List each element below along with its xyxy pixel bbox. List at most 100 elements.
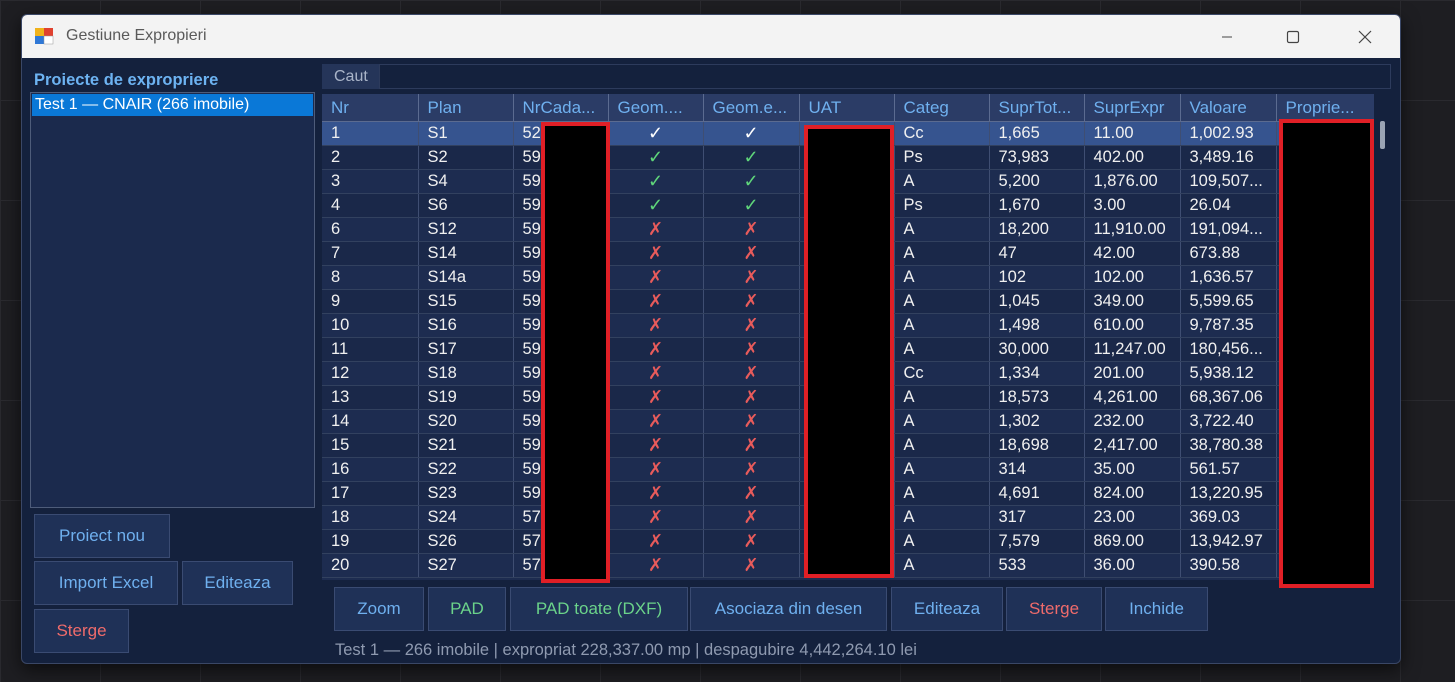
cell-g1: ✗ [608, 529, 704, 554]
col-plan[interactable]: Plan [418, 94, 514, 122]
col-suprtot[interactable]: SuprTot... [989, 94, 1085, 122]
table-scrollbar[interactable] [1374, 115, 1391, 580]
search-input[interactable] [379, 64, 1391, 89]
cell-expr: 2,417.00 [1084, 433, 1181, 458]
cell-expr: 23.00 [1084, 505, 1181, 530]
cell-tot: 1,302 [989, 409, 1085, 434]
cell-plan: S14 [418, 241, 514, 266]
cell-val: 109,507... [1180, 169, 1277, 194]
cell-g2: ✗ [703, 241, 800, 266]
cell-tot: 18,698 [989, 433, 1085, 458]
col-valoare[interactable]: Valoare [1180, 94, 1277, 122]
cell-g1: ✗ [608, 265, 704, 290]
cell-g2: ✗ [703, 529, 800, 554]
col-nrcadastral[interactable]: NrCada... [513, 94, 609, 122]
cell-categ: Ps [894, 193, 990, 218]
window-title: Gestiune Expropieri [66, 27, 207, 44]
pad-button[interactable]: PAD [428, 587, 506, 631]
cell-expr: 11,910.00 [1084, 217, 1181, 242]
cell-nr: 19 [322, 529, 419, 554]
cell-categ: Cc [894, 121, 990, 146]
scrollbar-thumb[interactable] [1380, 121, 1385, 149]
cell-expr: 3.00 [1084, 193, 1181, 218]
cell-tot: 7,579 [989, 529, 1085, 554]
cell-expr: 11,247.00 [1084, 337, 1181, 362]
cell-val: 5,938.12 [1180, 361, 1277, 386]
col-suprexpr[interactable]: SuprExpr [1084, 94, 1181, 122]
cell-g1: ✓ [608, 145, 704, 170]
cell-plan: S2 [418, 145, 514, 170]
cell-g1: ✓ [608, 169, 704, 194]
new-project-button[interactable]: Proiect nou [34, 514, 170, 558]
cell-categ: A [894, 289, 990, 314]
cell-categ: A [894, 409, 990, 434]
cell-categ: A [894, 529, 990, 554]
cell-categ: A [894, 337, 990, 362]
cell-categ: A [894, 433, 990, 458]
cell-tot: 1,498 [989, 313, 1085, 338]
cell-g1: ✗ [608, 313, 704, 338]
cell-g1: ✓ [608, 121, 704, 146]
cell-nr: 3 [322, 169, 419, 194]
cell-nr: 6 [322, 217, 419, 242]
cell-expr: 610.00 [1084, 313, 1181, 338]
col-geom[interactable]: Geom.... [608, 94, 704, 122]
cell-plan: S15 [418, 289, 514, 314]
cell-expr: 1,876.00 [1084, 169, 1181, 194]
redacted-nrcadastral [541, 122, 610, 583]
cell-categ: A [894, 505, 990, 530]
close-button[interactable]: Inchide [1105, 587, 1208, 631]
cell-val: 180,456... [1180, 337, 1277, 362]
table-header: Nr Plan NrCada... Geom.... Geom.e... UAT… [322, 94, 1374, 122]
col-nr[interactable]: Nr [322, 94, 419, 122]
cell-g2: ✗ [703, 217, 800, 242]
cell-categ: A [894, 169, 990, 194]
cell-val: 9,787.35 [1180, 313, 1277, 338]
gestiune-window: Gestiune Expropieri Proiecte de expropri… [21, 14, 1401, 664]
cell-expr: 42.00 [1084, 241, 1181, 266]
delete-project-button[interactable]: Sterge [34, 609, 129, 653]
cell-val: 1,002.93 [1180, 121, 1277, 146]
cell-g2: ✗ [703, 457, 800, 482]
import-excel-button[interactable]: Import Excel [34, 561, 178, 605]
col-geom-e[interactable]: Geom.e... [703, 94, 800, 122]
col-proprietar[interactable]: Proprie... [1276, 94, 1374, 122]
col-categ[interactable]: Categ [894, 94, 990, 122]
cell-tot: 73,983 [989, 145, 1085, 170]
cell-categ: A [894, 241, 990, 266]
cell-expr: 869.00 [1084, 529, 1181, 554]
zoom-button[interactable]: Zoom [334, 587, 424, 631]
cell-nr: 8 [322, 265, 419, 290]
maximize-icon[interactable] [1270, 15, 1316, 58]
cell-expr: 11.00 [1084, 121, 1181, 146]
pad-all-dxf-button[interactable]: PAD toate (DXF) [510, 587, 688, 631]
edit-project-button[interactable]: Editeaza [182, 561, 293, 605]
cell-nr: 12 [322, 361, 419, 386]
cell-nr: 9 [322, 289, 419, 314]
title-bar[interactable]: Gestiune Expropieri [22, 15, 1400, 58]
cell-nr: 1 [322, 121, 419, 146]
close-icon[interactable] [1342, 15, 1388, 58]
cell-g2: ✗ [703, 553, 800, 578]
cell-categ: Cc [894, 361, 990, 386]
associate-from-drawing-button[interactable]: Asociaza din desen [690, 587, 887, 631]
project-item[interactable]: Test 1 — CNAIR (266 imobile) [32, 94, 313, 116]
cell-g2: ✗ [703, 409, 800, 434]
cell-g1: ✗ [608, 433, 704, 458]
cell-plan: S24 [418, 505, 514, 530]
cell-nr: 4 [322, 193, 419, 218]
project-list[interactable]: Test 1 — CNAIR (266 imobile) [30, 92, 315, 508]
cell-g1: ✗ [608, 457, 704, 482]
cell-val: 26.04 [1180, 193, 1277, 218]
edit-button[interactable]: Editeaza [891, 587, 1003, 631]
cell-g1: ✗ [608, 289, 704, 314]
cell-val: 13,220.95 [1180, 481, 1277, 506]
cell-tot: 1,334 [989, 361, 1085, 386]
cell-tot: 30,000 [989, 337, 1085, 362]
cell-categ: A [894, 481, 990, 506]
delete-button[interactable]: Sterge [1006, 587, 1102, 631]
cell-tot: 47 [989, 241, 1085, 266]
cell-plan: S14a [418, 265, 514, 290]
minimize-icon[interactable] [1204, 15, 1250, 58]
col-uat[interactable]: UAT [799, 94, 895, 122]
